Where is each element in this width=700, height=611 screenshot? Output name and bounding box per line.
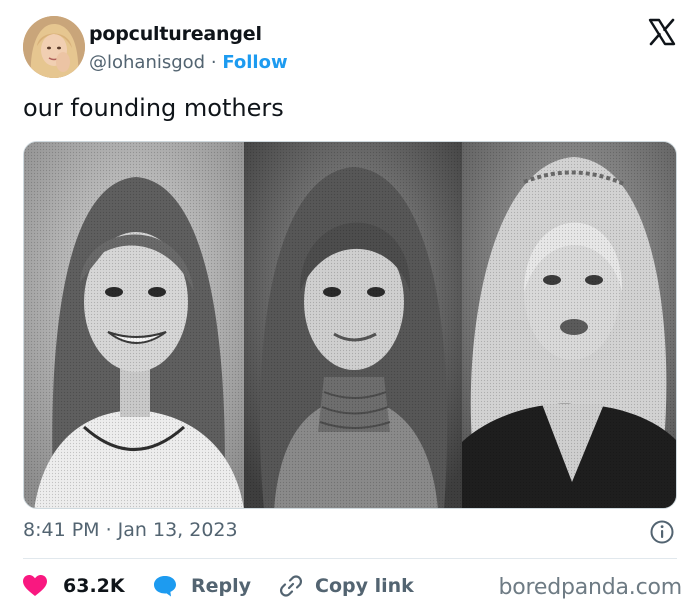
display-name[interactable]: popcultureangel bbox=[89, 23, 262, 45]
speech-bubble-icon bbox=[154, 576, 176, 597]
photo-panel-1 bbox=[24, 142, 244, 508]
info-icon[interactable] bbox=[649, 519, 675, 545]
reply-label: Reply bbox=[191, 575, 252, 597]
watermark: boredpanda.com bbox=[498, 575, 682, 600]
copy-link-label: Copy link bbox=[315, 575, 414, 597]
follow-button[interactable]: Follow bbox=[222, 52, 287, 73]
avatar[interactable] bbox=[23, 16, 85, 78]
photo-panel-2 bbox=[244, 142, 462, 508]
tweet-photo[interactable] bbox=[23, 141, 677, 509]
tweet-timestamp[interactable]: 8:41 PM · Jan 13, 2023 bbox=[23, 519, 238, 541]
handle-line: @lohanisgod · Follow bbox=[89, 52, 288, 73]
photo-panel-3 bbox=[462, 142, 676, 508]
like-button[interactable]: 63.2K bbox=[23, 570, 125, 602]
like-count: 63.2K bbox=[63, 575, 125, 597]
reply-button[interactable]: Reply bbox=[153, 570, 251, 602]
link-icon bbox=[279, 575, 303, 597]
user-handle[interactable]: @lohanisgod bbox=[89, 52, 205, 73]
tweet-text: our founding mothers bbox=[23, 94, 284, 122]
handle-separator: · bbox=[210, 52, 217, 73]
copy-link-button[interactable]: Copy link bbox=[279, 570, 414, 602]
heart-icon bbox=[23, 575, 47, 596]
tweet-header: popcultureangel @lohanisgod · Follow bbox=[23, 16, 678, 80]
x-logo-icon[interactable] bbox=[648, 18, 676, 46]
divider bbox=[23, 558, 677, 559]
